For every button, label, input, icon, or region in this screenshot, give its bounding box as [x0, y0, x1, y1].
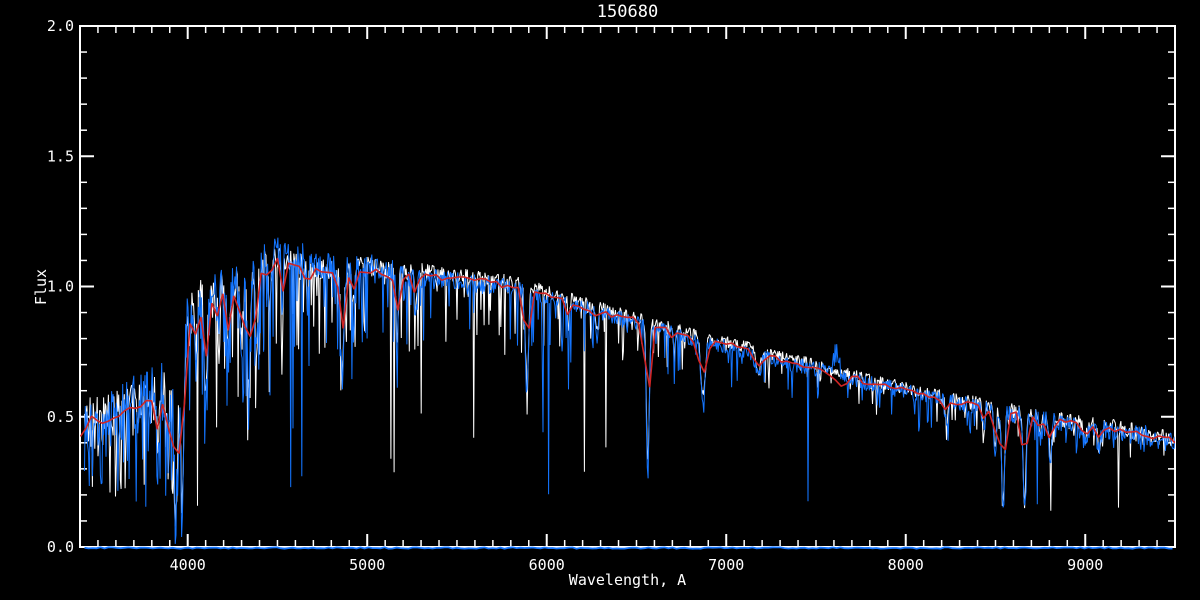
y-tick-label: 1.5 — [47, 147, 74, 165]
x-tick-label: 6000 — [529, 556, 565, 574]
y-tick-label: 2.0 — [47, 17, 74, 35]
x-axis-label: Wavelength, A — [569, 571, 686, 589]
spectrum-viewer: 150680 Wavelength, A Flux 4000 5000 6000 7000 8… — [0, 0, 1200, 600]
x-tick-label: 7000 — [708, 556, 744, 574]
y-tick-label: 0.0 — [47, 538, 74, 556]
x-tick-label: 9000 — [1067, 556, 1103, 574]
y-tick-label: 0.5 — [47, 408, 74, 426]
x-tick-label: 5000 — [349, 556, 385, 574]
series-group — [80, 237, 1175, 544]
x-tick-label: 8000 — [888, 556, 924, 574]
y-tick-label: 1.0 — [47, 278, 74, 296]
error-spectrum-blue — [84, 546, 1173, 550]
comparison-spectrum-blue — [84, 237, 1175, 544]
chart-title: 150680 — [597, 2, 658, 22]
spectrum-plot: 150680Wavelength, AFlux4000 5000 6000 7000 8… — [32, 2, 1176, 589]
x-tick-label: 4000 — [170, 556, 206, 574]
